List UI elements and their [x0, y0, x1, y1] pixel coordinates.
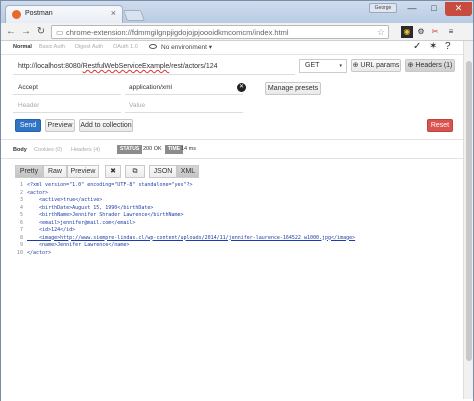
menu-icon[interactable]: ≡ [445, 26, 457, 38]
user-badge[interactable]: George [369, 3, 397, 13]
header-value-field[interactable]: application/xml [125, 81, 243, 95]
header-key-field[interactable]: Accept [13, 81, 121, 95]
title-bar: Postman × George — □ ✕ [1, 1, 473, 23]
tab-cookies[interactable]: Cookies (0) [34, 147, 62, 153]
postman-app: Normal Basic Auth Digest Auth OAuth 1.0 … [1, 41, 473, 401]
code-line: 3 <active>true</active> [19, 197, 103, 203]
pretty-button[interactable]: Pretty [15, 165, 43, 178]
divider [1, 139, 473, 140]
xml-button[interactable]: XML [177, 165, 199, 178]
code-line: 9 <name>Jennifer Lawrence</name> [19, 242, 130, 248]
auth-tabs: Normal Basic Auth Digest Auth OAuth 1.0 … [1, 41, 473, 55]
manage-presets-button[interactable]: Manage presets [265, 82, 321, 95]
scrollbar-thumb[interactable] [466, 61, 472, 361]
reset-button[interactable]: Reset [427, 119, 453, 132]
tab-normal[interactable]: Normal [13, 44, 32, 50]
raw-button[interactable]: Raw [43, 165, 67, 178]
extension-icon[interactable]: ◉ [401, 26, 413, 38]
maximize-button[interactable]: □ [423, 2, 445, 16]
browser-toolbar: ← → ↻ ▭ chrome-extension://fdmmgilgnpjig… [1, 23, 473, 41]
tab-response-headers[interactable]: Headers (4) [71, 147, 100, 153]
settings-icon[interactable]: ✶ [429, 41, 437, 52]
code-line: 1 <?xml version="1.0" encoding="UTF-8" st… [19, 182, 193, 188]
code-line: 8 <image>http://www.siempre-lindas.cl/wp… [19, 234, 356, 241]
tools-icon[interactable]: ✂ [429, 26, 441, 38]
address-bar[interactable]: ▭ chrome-extension://fdmmgilgnpjigdojojp… [51, 25, 389, 39]
eye-icon[interactable] [149, 44, 157, 49]
status-value: 200 OK [143, 146, 162, 152]
browser-tab[interactable]: Postman × [5, 5, 123, 23]
response-body[interactable]: 1 <?xml version="1.0" encoding="UTF-8" st… [13, 182, 453, 256]
environment-select[interactable]: No environment ▾ [161, 43, 212, 51]
forward-arrow-icon[interactable]: → [19, 25, 33, 39]
tab-body[interactable]: Body [13, 147, 27, 153]
back-arrow-icon[interactable]: ← [4, 25, 18, 39]
url-params-button[interactable]: ⊕ URL params [351, 59, 401, 72]
send-button[interactable]: Send [15, 119, 41, 132]
divider [1, 158, 473, 159]
time-value: 14 ms [181, 146, 196, 152]
code-line: 2 <actor> [19, 189, 49, 196]
close-tab-icon[interactable]: × [111, 8, 116, 18]
address-url: chrome-extension://fdmmgilgnpjigdojojpjo… [66, 28, 289, 37]
add-to-collection-button[interactable]: Add to collection [79, 119, 133, 132]
method-select[interactable]: GET ▾ [299, 59, 347, 73]
postman-icon [12, 10, 21, 19]
wrap-icon[interactable]: ✖ [105, 165, 121, 178]
minimize-button[interactable]: — [401, 2, 423, 16]
copy-icon[interactable]: ⧉ [125, 165, 145, 178]
tab-digest-auth[interactable]: Digest Auth [75, 44, 103, 50]
header-row: Accept application/xml [13, 81, 245, 97]
browser-window: Postman × George — □ ✕ ← → ↻ ▭ chrome-ex… [0, 0, 474, 401]
chevron-down-icon: ▾ [339, 63, 342, 69]
request-url: http://localhost:8080/RestfulWebServiceE… [18, 63, 218, 70]
request-url-input[interactable]: http://localhost:8080/RestfulWebServiceE… [13, 59, 295, 75]
close-window-button[interactable]: ✕ [445, 2, 472, 16]
code-line: 10 </actor> [16, 249, 52, 256]
code-line: 5 <birthName>Jennifer Shrader Lawrence</… [19, 212, 184, 218]
header-row-empty: Header Value [13, 99, 245, 115]
code-line: 7 <id>124</id> [19, 227, 76, 233]
header-key-placeholder[interactable]: Header [13, 99, 121, 113]
tab-basic-auth[interactable]: Basic Auth [39, 44, 65, 50]
reload-icon[interactable]: ↻ [34, 25, 48, 39]
header-value-placeholder[interactable]: Value [125, 99, 243, 113]
view-preview-button[interactable]: Preview [67, 165, 99, 178]
headers-button[interactable]: ⊕ Headers (1) [405, 59, 455, 72]
method-value: GET [305, 62, 320, 69]
bookmark-star-icon[interactable]: ☆ [377, 27, 385, 38]
preview-button[interactable]: Preview [45, 119, 75, 132]
page-icon: ▭ [56, 28, 64, 37]
status-label: STATUS [117, 145, 143, 154]
help-icon[interactable]: ? [445, 41, 451, 52]
scrollbar[interactable] [463, 41, 473, 399]
code-line: 4 <birthDate>August 15, 1990</birthDate> [19, 204, 154, 211]
twitter-icon[interactable]: ✓ [413, 41, 421, 52]
remove-header-icon[interactable]: ✕ [237, 83, 246, 92]
tab-title: Postman [25, 10, 53, 17]
new-tab-button[interactable] [122, 10, 146, 21]
code-line: 6 <email>jennifer@mail.com</email> [19, 219, 136, 226]
tab-oauth[interactable]: OAuth 1.0 [113, 44, 138, 50]
json-button[interactable]: JSON [149, 165, 177, 178]
gear-icon[interactable]: ⚙ [415, 26, 427, 38]
